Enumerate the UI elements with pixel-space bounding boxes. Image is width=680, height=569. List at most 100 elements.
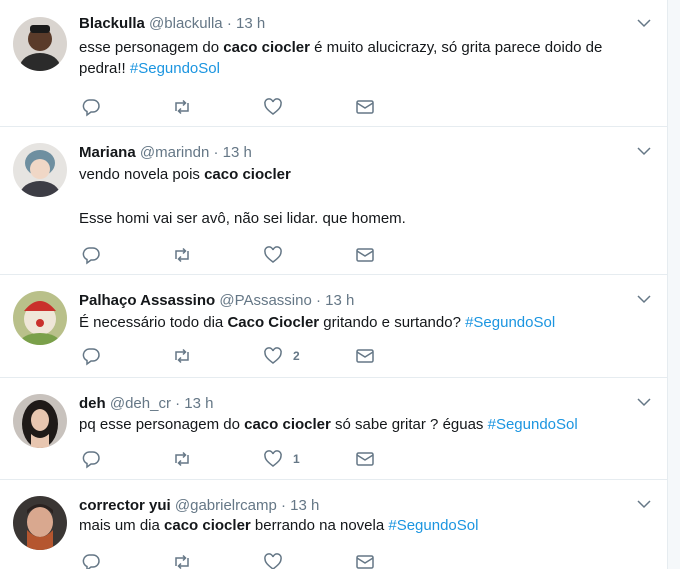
- avatar[interactable]: [13, 394, 67, 448]
- separator-dot: ·: [316, 292, 321, 309]
- tweet[interactable]: corrector yui @gabrielrcamp · 13 h mais …: [0, 480, 667, 569]
- display-name[interactable]: corrector yui: [79, 497, 171, 514]
- avatar[interactable]: [13, 291, 67, 345]
- text-segment: mais um dia: [79, 517, 165, 534]
- retweet-icon: [172, 449, 192, 469]
- direct-message-button[interactable]: [355, 97, 375, 117]
- user-handle[interactable]: @PAssassino: [219, 292, 311, 309]
- retweet-button[interactable]: [172, 552, 192, 569]
- tweet-header: deh @deh_cr · 13 h: [79, 394, 213, 414]
- tweet[interactable]: Blackulla @blackulla · 13 h esse persona…: [0, 0, 667, 127]
- direct-message-button[interactable]: [355, 245, 375, 265]
- text-segment: só sabe gritar ? éguas: [330, 416, 488, 433]
- text-segment: berrando na novela: [250, 517, 389, 534]
- chevron-down-icon[interactable]: [636, 394, 652, 410]
- tweet[interactable]: Palhaço Assassino @PAssassino · 13 h É n…: [0, 275, 667, 378]
- timestamp[interactable]: 13 h: [290, 497, 319, 514]
- heart-icon: [263, 346, 283, 366]
- direct-message-button[interactable]: [355, 449, 375, 469]
- tweet-text: pq esse personagem do caco ciocler só sa…: [79, 414, 649, 435]
- tweet-feed: Blackulla @blackulla · 13 h esse persona…: [0, 0, 668, 569]
- retweet-button[interactable]: [172, 245, 192, 265]
- envelope-icon: [355, 346, 375, 366]
- avatar[interactable]: [13, 496, 67, 550]
- like-button[interactable]: 1: [263, 449, 300, 469]
- envelope-icon: [355, 245, 375, 265]
- heart-icon: [263, 449, 283, 469]
- hashtag-link[interactable]: #SegundoSol: [488, 416, 578, 433]
- reply-icon: [81, 449, 101, 469]
- reply-icon: [81, 552, 101, 569]
- scrollbar-track[interactable]: [668, 0, 680, 569]
- tweet-actions: 1: [79, 449, 459, 469]
- heart-icon: [263, 245, 283, 265]
- user-handle[interactable]: @blackulla: [149, 15, 223, 32]
- tweet-actions: [79, 245, 459, 265]
- retweet-icon: [172, 346, 192, 366]
- tweet[interactable]: deh @deh_cr · 13 h pq esse personagem do…: [0, 378, 667, 480]
- text-segment: esse personagem do: [79, 39, 224, 56]
- tweet-text: vendo novela pois caco ciocler: [79, 164, 649, 185]
- hashtag-link[interactable]: #SegundoSol: [465, 314, 555, 331]
- reply-button[interactable]: [81, 97, 101, 117]
- tweet-header: Mariana @marindn · 13 h: [79, 143, 252, 163]
- user-handle[interactable]: @deh_cr: [110, 395, 171, 412]
- chevron-down-icon[interactable]: [636, 143, 652, 159]
- separator-dot: ·: [175, 395, 181, 412]
- text-segment: pq esse personagem do: [79, 416, 245, 433]
- display-name[interactable]: Blackulla: [79, 15, 145, 32]
- like-button[interactable]: 2: [263, 346, 300, 366]
- tweet-actions: [79, 552, 459, 569]
- user-handle[interactable]: @marindn: [140, 144, 209, 161]
- retweet-button[interactable]: [172, 346, 192, 366]
- text-segment: gritando e surtando?: [319, 314, 466, 331]
- tweet-text-line: Esse homi vai ser avô, não sei lidar. qu…: [79, 210, 406, 227]
- like-count: 1: [293, 452, 300, 466]
- timestamp[interactable]: 13 h: [236, 15, 265, 32]
- chevron-down-icon[interactable]: [636, 291, 652, 307]
- tweet-actions: [79, 97, 459, 117]
- separator-dot: ·: [213, 144, 219, 161]
- retweet-icon: [172, 245, 192, 265]
- retweet-button[interactable]: [172, 449, 192, 469]
- envelope-icon: [355, 97, 375, 117]
- direct-message-button[interactable]: [355, 552, 375, 569]
- separator-dot: ·: [280, 497, 286, 514]
- hashtag-link[interactable]: #SegundoSol: [130, 60, 220, 77]
- display-name[interactable]: Mariana: [79, 144, 136, 161]
- separator-dot: ·: [226, 15, 232, 32]
- avatar[interactable]: [13, 143, 67, 197]
- retweet-button[interactable]: [172, 97, 192, 117]
- retweet-icon: [172, 552, 192, 569]
- chevron-down-icon[interactable]: [636, 15, 652, 31]
- tweet-header: corrector yui @gabrielrcamp · 13 h: [79, 496, 319, 516]
- avatar[interactable]: [13, 17, 67, 71]
- user-handle[interactable]: @gabrielrcamp: [175, 497, 277, 514]
- reply-button[interactable]: [81, 245, 101, 265]
- chevron-down-icon[interactable]: [636, 496, 652, 512]
- retweet-icon: [172, 97, 192, 117]
- reply-button[interactable]: [81, 552, 101, 569]
- text-segment: vendo novela pois: [79, 166, 205, 183]
- highlighted-keyword: caco ciocler: [164, 517, 251, 534]
- display-name[interactable]: Palhaço Assassino: [79, 292, 215, 309]
- like-button[interactable]: [263, 97, 293, 117]
- envelope-icon: [355, 449, 375, 469]
- highlighted-keyword: caco ciocler: [244, 416, 331, 433]
- timestamp[interactable]: 13 h: [223, 144, 252, 161]
- reply-icon: [81, 245, 101, 265]
- tweet-text: mais um dia caco ciocler berrando na nov…: [79, 515, 649, 536]
- display-name[interactable]: deh: [79, 395, 106, 412]
- timestamp[interactable]: 13 h: [184, 395, 213, 412]
- tweet[interactable]: Mariana @marindn · 13 h vendo novela poi…: [0, 127, 667, 275]
- direct-message-button[interactable]: [355, 346, 375, 366]
- reply-button[interactable]: [81, 346, 101, 366]
- like-button[interactable]: [263, 552, 293, 569]
- reply-button[interactable]: [81, 449, 101, 469]
- text-segment: É necessário todo dia: [79, 314, 228, 331]
- highlighted-keyword: caco ciocler: [223, 39, 310, 56]
- heart-icon: [263, 552, 283, 569]
- timestamp[interactable]: 13 h: [325, 292, 354, 309]
- like-button[interactable]: [263, 245, 293, 265]
- hashtag-link[interactable]: #SegundoSol: [388, 517, 478, 534]
